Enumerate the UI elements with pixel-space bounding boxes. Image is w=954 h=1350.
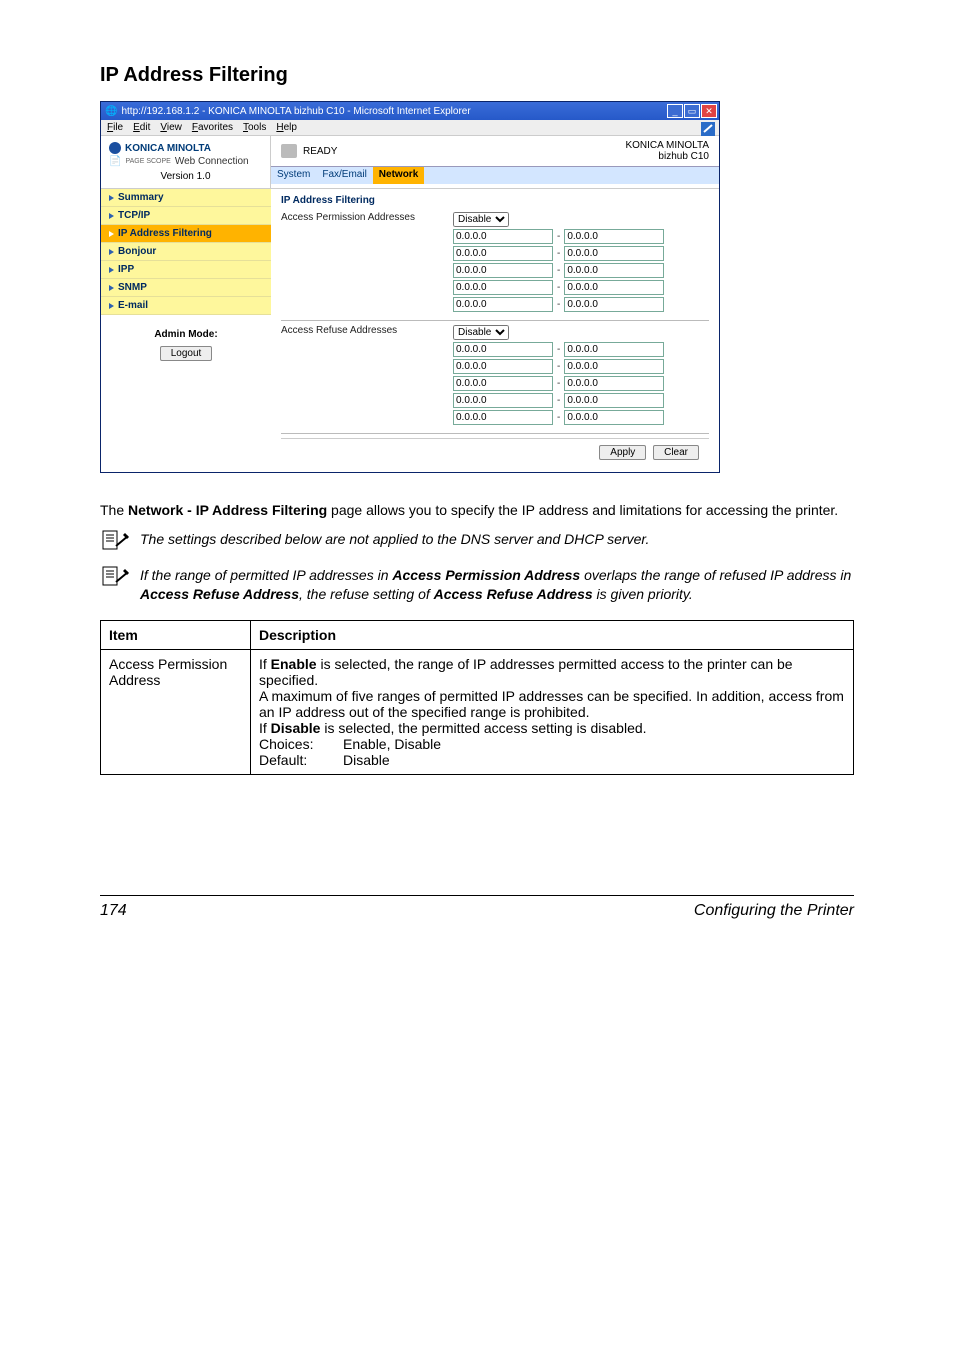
perm-to-2[interactable]	[564, 246, 664, 261]
tab-network[interactable]: Network	[373, 167, 424, 184]
ready-status: READY	[303, 146, 337, 157]
refuse-to-4[interactable]	[564, 393, 664, 408]
perm-to-5[interactable]	[564, 297, 664, 312]
close-button[interactable]: ✕	[701, 104, 717, 118]
version-text: Version 1.0	[109, 171, 262, 182]
refuse-from-4[interactable]	[453, 393, 553, 408]
perm-from-3[interactable]	[453, 263, 553, 278]
perm-from-4[interactable]	[453, 280, 553, 295]
perm-from-1[interactable]	[453, 229, 553, 244]
section-heading: IP Address Filtering	[100, 64, 854, 87]
perm-to-4[interactable]	[564, 280, 664, 295]
panel-heading: IP Address Filtering	[281, 195, 709, 206]
table-row: Access Permission Address If Enable is s…	[101, 649, 854, 774]
refuse-from-3[interactable]	[453, 376, 553, 391]
perm-from-2[interactable]	[453, 246, 553, 261]
main-panel: IP Address Filtering Access Permission A…	[271, 189, 719, 472]
km-logo-icon	[109, 142, 121, 154]
admin-mode-label: Admin Mode:	[109, 329, 263, 340]
printer-icon	[281, 144, 297, 158]
access-refuse-select[interactable]: Disable	[453, 325, 509, 340]
refuse-from-5[interactable]	[453, 410, 553, 425]
browser-menubar: File Edit View Favorites Tools Help	[101, 120, 719, 136]
sidebar-item-ipp[interactable]: IPP	[101, 261, 271, 279]
sidebar-item-email[interactable]: E-mail	[101, 297, 271, 315]
minimize-button[interactable]: _	[667, 104, 683, 118]
perm-to-1[interactable]	[564, 229, 664, 244]
webconn-text: Web Connection	[175, 156, 249, 167]
tab-fax-email[interactable]: Fax/Email	[316, 167, 372, 184]
maximize-button[interactable]: ▭	[684, 104, 700, 118]
refuse-to-3[interactable]	[564, 376, 664, 391]
access-perm-label: Access Permission Addresses	[281, 212, 441, 223]
refuse-to-5[interactable]	[564, 410, 664, 425]
refuse-to-2[interactable]	[564, 359, 664, 374]
pagescope-label: PAGE SCOPE	[125, 158, 170, 165]
logout-button[interactable]: Logout	[160, 346, 213, 361]
window-title: http://192.168.1.2 - KONICA MINOLTA bizh…	[121, 106, 667, 117]
note-2: If the range of permitted IP addresses i…	[102, 566, 854, 604]
window-titlebar: 🌐 http://192.168.1.2 - KONICA MINOLTA bi…	[101, 102, 719, 120]
model-name: bizhub C10	[625, 151, 709, 162]
ie-logo-icon	[701, 122, 715, 136]
access-refuse-label: Access Refuse Addresses	[281, 325, 441, 336]
tab-system[interactable]: System	[271, 167, 316, 184]
menu-view[interactable]: View	[160, 122, 182, 133]
footer-title: Configuring the Printer	[694, 902, 854, 920]
access-perm-select[interactable]: Disable	[453, 212, 509, 227]
refuse-from-2[interactable]	[453, 359, 553, 374]
brand-column: KONICA MINOLTA 📄 PAGE SCOPE Web Connecti…	[101, 136, 271, 188]
sidebar-item-bonjour[interactable]: Bonjour	[101, 243, 271, 261]
ie-icon: 🌐	[105, 106, 117, 117]
perm-from-5[interactable]	[453, 297, 553, 312]
page-number: 174	[100, 902, 127, 920]
brand-text: KONICA MINOLTA	[125, 143, 211, 154]
note-icon	[102, 566, 130, 586]
menu-favorites[interactable]: Favorites	[192, 122, 233, 133]
browser-window: 🌐 http://192.168.1.2 - KONICA MINOLTA bi…	[100, 101, 720, 473]
description-table: Item Description Access Permission Addre…	[100, 620, 854, 775]
sidebar: Summary TCP/IP IP Address Filtering Bonj…	[101, 189, 271, 472]
table-header-row: Item Description	[101, 620, 854, 649]
refuse-to-1[interactable]	[564, 342, 664, 357]
menu-help[interactable]: Help	[276, 122, 297, 133]
sidebar-item-ipfilter[interactable]: IP Address Filtering	[101, 225, 271, 243]
note-2-text: If the range of permitted IP addresses i…	[140, 566, 854, 604]
model-brand: KONICA MINOLTA	[625, 140, 709, 151]
menu-file[interactable]: File	[107, 122, 123, 133]
menu-edit[interactable]: Edit	[133, 122, 150, 133]
perm-to-3[interactable]	[564, 263, 664, 278]
sidebar-item-snmp[interactable]: SNMP	[101, 279, 271, 297]
sidebar-item-summary[interactable]: Summary	[101, 189, 271, 207]
col-desc: Description	[251, 620, 854, 649]
cell-item: Access Permission Address	[101, 649, 251, 774]
refuse-from-1[interactable]	[453, 342, 553, 357]
col-item: Item	[101, 620, 251, 649]
clear-button[interactable]: Clear	[653, 445, 699, 460]
pagescope-icon: 📄	[109, 156, 121, 167]
note-1: The settings described below are not app…	[102, 530, 854, 550]
main-tabs: System Fax/Email Network	[271, 166, 719, 184]
note-icon	[102, 530, 130, 550]
intro-paragraph: The Network - IP Address Filtering page …	[100, 501, 854, 520]
note-1-text: The settings described below are not app…	[140, 530, 649, 549]
sidebar-item-tcpip[interactable]: TCP/IP	[101, 207, 271, 225]
apply-button[interactable]: Apply	[599, 445, 646, 460]
menu-tools[interactable]: Tools	[243, 122, 266, 133]
cell-desc: If Enable is selected, the range of IP a…	[251, 649, 854, 774]
page-footer: 174 Configuring the Printer	[100, 895, 854, 920]
